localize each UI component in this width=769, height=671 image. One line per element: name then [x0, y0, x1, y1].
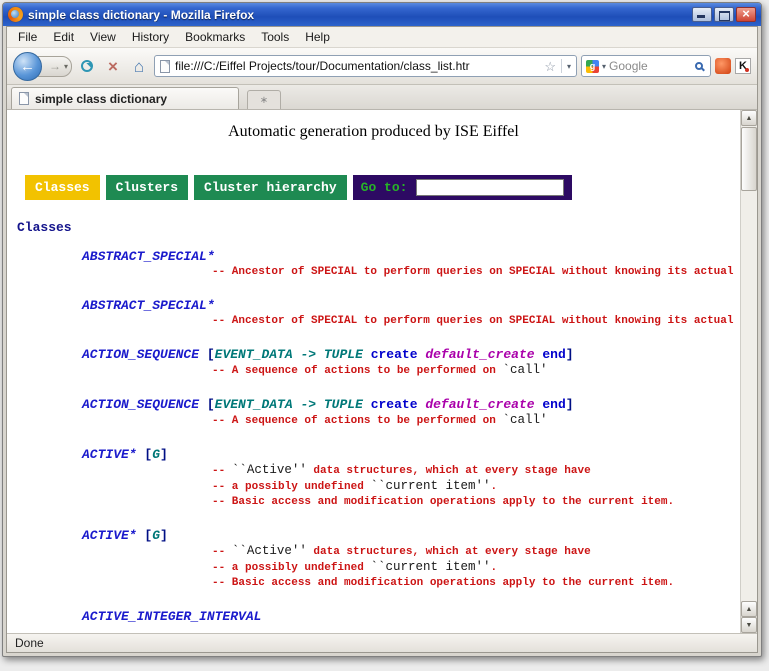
vertical-scrollbar[interactable]: ▲ ▲ ▼: [740, 110, 757, 633]
forward-button[interactable]: → ▾: [38, 56, 72, 77]
doc-header: Automatic generation produced by ISE Eif…: [7, 123, 740, 141]
content-area: Automatic generation produced by ISE Eif…: [7, 110, 757, 633]
class-link[interactable]: ACTION_SEQUENCE [EVENT_DATA -> TUPLE cre…: [82, 397, 740, 413]
menu-history[interactable]: History: [124, 28, 177, 46]
page-viewport: Automatic generation produced by ISE Eif…: [7, 110, 740, 633]
tab-simple-class-dictionary[interactable]: simple class dictionary: [11, 87, 239, 109]
tab-page-icon: [19, 92, 29, 105]
window-frame: File Edit View History Bookmarks Tools H…: [6, 26, 758, 653]
firefox-window: simple class dictionary - Mozilla Firefo…: [2, 2, 762, 657]
search-input[interactable]: [609, 59, 692, 73]
class-comment: -- ``Active'' data structures, which at …: [82, 544, 740, 560]
forward-arrow-icon: →: [49, 59, 61, 73]
class-comment: -- Basic access and modification operati…: [82, 576, 740, 591]
status-bar: Done: [7, 633, 757, 652]
class-comment: -- Ancestor of SPECIAL to perform querie…: [82, 314, 740, 329]
back-arrow-icon: ←: [20, 58, 35, 75]
scrollbar-thumb[interactable]: [741, 127, 757, 191]
tab-label: simple class dictionary: [35, 92, 167, 106]
kaspersky-icon[interactable]: K: [735, 58, 751, 74]
tab-stub[interactable]: ∗: [247, 90, 281, 109]
engine-dropdown-icon[interactable]: ▾: [602, 62, 606, 71]
url-separator: [561, 59, 562, 73]
class-comment: -- ``Active'' data structures, which at …: [82, 463, 740, 479]
refresh-icon: [81, 60, 93, 72]
class-comment: -- A sequence of actions to be performed…: [82, 413, 740, 429]
stop-button[interactable]: ×: [102, 54, 124, 78]
minimize-button[interactable]: [692, 7, 712, 22]
class-link[interactable]: ACTIVE* [G]: [82, 528, 740, 544]
scroll-up-button-bottom[interactable]: ▲: [741, 601, 757, 617]
search-box: ▾: [581, 55, 711, 77]
goto-input[interactable]: [416, 179, 564, 196]
menubar: File Edit View History Bookmarks Tools H…: [7, 27, 757, 48]
extension-icon[interactable]: [715, 58, 731, 74]
class-list: ABSTRACT_SPECIAL*-- Ancestor of SPECIAL …: [82, 249, 740, 625]
home-icon: ⌂: [134, 58, 144, 75]
firefox-icon: [8, 7, 23, 22]
scrollbar-track[interactable]: [741, 191, 757, 601]
menu-help[interactable]: Help: [297, 28, 338, 46]
maximize-button[interactable]: [714, 7, 734, 22]
titlebar[interactable]: simple class dictionary - Mozilla Firefo…: [3, 3, 761, 26]
clusters-button[interactable]: Clusters: [106, 175, 188, 200]
history-dropdown-icon[interactable]: ▾: [64, 62, 68, 71]
scroll-down-button[interactable]: ▼: [741, 617, 757, 633]
bookmark-star-icon[interactable]: ☆: [544, 60, 556, 73]
close-button[interactable]: [736, 7, 756, 22]
class-comment: -- a possibly undefined ``current item''…: [82, 479, 740, 495]
menu-tools[interactable]: Tools: [253, 28, 297, 46]
class-entry: ABSTRACT_SPECIAL*-- Ancestor of SPECIAL …: [82, 298, 740, 329]
section-title: Classes: [17, 220, 740, 235]
class-link[interactable]: ABSTRACT_SPECIAL*: [82, 298, 740, 314]
class-comment: -- A sequence of actions to be performed…: [82, 363, 740, 379]
back-button[interactable]: ←: [13, 52, 42, 81]
goto-box: Go to:: [353, 175, 573, 200]
class-entry: ACTIVE* [G]-- ``Active'' data structures…: [82, 528, 740, 591]
goto-label: Go to:: [361, 180, 408, 195]
refresh-button[interactable]: [76, 54, 98, 78]
class-comment: -- Ancestor of SPECIAL to perform querie…: [82, 265, 740, 280]
classes-button[interactable]: Classes: [25, 175, 100, 200]
cluster-hierarchy-button[interactable]: Cluster hierarchy: [194, 175, 347, 200]
class-comment: -- a possibly undefined ``current item''…: [82, 560, 740, 576]
google-engine-icon[interactable]: [586, 60, 599, 73]
url-dropdown-icon[interactable]: ▾: [567, 62, 571, 71]
menu-file[interactable]: File: [10, 28, 45, 46]
doc-nav-row: Classes Clusters Cluster hierarchy Go to…: [25, 175, 740, 200]
class-entry: ACTION_SEQUENCE [EVENT_DATA -> TUPLE cre…: [82, 347, 740, 379]
scroll-up-button[interactable]: ▲: [741, 110, 757, 126]
menu-bookmarks[interactable]: Bookmarks: [177, 28, 253, 46]
class-link[interactable]: ACTIVE* [G]: [82, 447, 740, 463]
tab-bar: simple class dictionary ∗: [7, 85, 757, 110]
menu-view[interactable]: View: [82, 28, 124, 46]
url-input[interactable]: [175, 59, 539, 73]
page-icon: [160, 60, 170, 73]
class-link[interactable]: ABSTRACT_SPECIAL*: [82, 249, 740, 265]
nav-toolbar: ← → ▾ × ⌂ ☆ ▾ ▾ K: [7, 48, 757, 85]
stop-icon: ×: [108, 58, 118, 75]
url-bar: ☆ ▾: [154, 55, 577, 77]
class-entry: ABSTRACT_SPECIAL*-- Ancestor of SPECIAL …: [82, 249, 740, 280]
search-magnifier-icon[interactable]: [695, 62, 703, 70]
class-link[interactable]: ACTIVE_INTEGER_INTERVAL: [82, 609, 740, 625]
class-entry: ACTION_SEQUENCE [EVENT_DATA -> TUPLE cre…: [82, 397, 740, 429]
menu-edit[interactable]: Edit: [45, 28, 82, 46]
class-link[interactable]: ACTION_SEQUENCE [EVENT_DATA -> TUPLE cre…: [82, 347, 740, 363]
class-entry: ACTIVE_INTEGER_INTERVAL: [82, 609, 740, 625]
home-button[interactable]: ⌂: [128, 54, 150, 78]
class-entry: ACTIVE* [G]-- ``Active'' data structures…: [82, 447, 740, 510]
status-text: Done: [15, 636, 44, 650]
window-title: simple class dictionary - Mozilla Firefo…: [28, 8, 687, 22]
class-comment: -- Basic access and modification operati…: [82, 495, 740, 510]
